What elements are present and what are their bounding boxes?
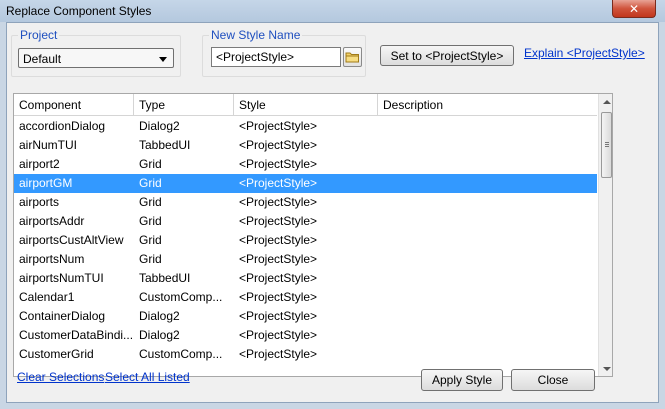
cell-style: <ProjectStyle> (239, 214, 318, 228)
cell-component: airportsCustAltView (19, 233, 124, 247)
cell-type: Grid (139, 195, 162, 209)
cell-description (378, 231, 597, 250)
cell-type: CustomComp... (139, 290, 223, 304)
cell-component: CustomerGrid (19, 347, 94, 361)
table-scrollbar[interactable] (598, 94, 612, 376)
cell-component: airportsAddr (19, 214, 85, 228)
new-style-legend: New Style Name (209, 28, 303, 42)
cell-type: Grid (139, 252, 162, 266)
cell-type: Dialog2 (139, 328, 180, 342)
project-select-value: Default (23, 52, 62, 66)
set-to-project-style-button[interactable]: Set to <ProjectStyle> (380, 45, 514, 66)
chevron-down-icon (159, 57, 167, 62)
cell-component: CustomerDataBindi... (19, 328, 134, 342)
window-title: Replace Component Styles (6, 4, 152, 18)
table-row[interactable]: airportsNumTUI TabbedUI <ProjectStyle> (14, 269, 597, 288)
table-row[interactable]: airport2 Grid <ProjectStyle> (14, 155, 597, 174)
cell-style: <ProjectStyle> (239, 347, 318, 361)
cell-type: TabbedUI (139, 138, 191, 152)
new-style-input[interactable] (211, 47, 341, 67)
apply-style-label: Apply Style (431, 373, 493, 387)
browse-style-button[interactable] (343, 47, 362, 67)
cell-type: TabbedUI (139, 271, 191, 285)
cell-component: accordionDialog (19, 119, 106, 133)
cell-style: <ProjectStyle> (239, 271, 318, 285)
close-label: Close (537, 373, 569, 387)
cell-type: Grid (139, 157, 162, 171)
set-to-label: Set to <ProjectStyle> (390, 48, 504, 63)
project-group: Project Default (11, 28, 181, 77)
cell-description (378, 155, 597, 174)
apply-style-button[interactable]: Apply Style (421, 369, 503, 391)
column-header-description[interactable]: Description (378, 94, 597, 116)
scroll-thumb[interactable] (601, 112, 612, 178)
table-row[interactable]: airportGM Grid <ProjectStyle> (14, 174, 597, 193)
cell-description (378, 250, 597, 269)
components-table: Component Type Style Description accordi… (13, 93, 613, 377)
table-header: Component Type Style Description (14, 94, 597, 116)
cell-component: airports (19, 195, 60, 209)
cell-description (378, 345, 597, 364)
project-legend: Project (18, 28, 60, 42)
column-header-style[interactable]: Style (234, 94, 378, 116)
cell-style: <ProjectStyle> (239, 252, 318, 266)
cell-description (378, 193, 597, 212)
cell-style: <ProjectStyle> (239, 119, 318, 133)
cell-component: airNumTUI (19, 138, 78, 152)
folder-icon (345, 52, 359, 63)
cell-description (378, 136, 597, 155)
explain-project-style-link[interactable]: Explain <ProjectStyle> (524, 46, 645, 60)
cell-component: airportsNum (19, 252, 85, 266)
cell-type: Grid (139, 214, 162, 228)
cell-style: <ProjectStyle> (239, 233, 318, 247)
scroll-down-icon[interactable] (599, 361, 612, 376)
table-row[interactable]: ContainerDialog Dialog2 <ProjectStyle> (14, 307, 597, 326)
cell-style: <ProjectStyle> (239, 195, 318, 209)
cell-description (378, 326, 597, 345)
cell-type: Dialog2 (139, 309, 180, 323)
close-icon: ✕ (628, 1, 640, 16)
cell-description (378, 117, 597, 136)
cell-style: <ProjectStyle> (239, 157, 318, 171)
cell-type: CustomComp... (139, 347, 223, 361)
cell-component: airportsNumTUI (19, 271, 104, 285)
cell-description (378, 212, 597, 231)
table-row[interactable]: CustomerGrid CustomComp... <ProjectStyle> (14, 345, 597, 364)
cell-type: Dialog2 (139, 119, 180, 133)
table-row[interactable]: airportsNum Grid <ProjectStyle> (14, 250, 597, 269)
cell-type: Grid (139, 176, 162, 190)
table-row[interactable]: accordionDialog Dialog2 <ProjectStyle> (14, 117, 597, 136)
new-style-group: New Style Name (202, 28, 366, 77)
cell-description (378, 174, 597, 193)
cell-description (378, 307, 597, 326)
cell-component: Calendar1 (19, 290, 75, 304)
title-bar: Replace Component Styles ✕ (0, 0, 665, 22)
cell-style: <ProjectStyle> (239, 290, 318, 304)
cell-style: <ProjectStyle> (239, 176, 318, 190)
cell-description (378, 288, 597, 307)
cell-component: airportGM (19, 176, 73, 190)
cell-description (378, 269, 597, 288)
cell-style: <ProjectStyle> (239, 138, 318, 152)
select-all-listed-link[interactable]: Select All Listed (105, 370, 190, 384)
table-row[interactable]: Calendar1 CustomComp... <ProjectStyle> (14, 288, 597, 307)
cell-style: <ProjectStyle> (239, 328, 318, 342)
table-row[interactable]: airportsCustAltView Grid <ProjectStyle> (14, 231, 597, 250)
cell-component: airport2 (19, 157, 60, 171)
column-header-type[interactable]: Type (134, 94, 234, 116)
clear-selections-link[interactable]: Clear Selections (17, 370, 104, 384)
dialog-body: Project Default New Style Name Set to <P… (6, 22, 659, 403)
column-header-component[interactable]: Component (14, 94, 134, 116)
close-window-button[interactable]: ✕ (612, 0, 656, 18)
cell-type: Grid (139, 233, 162, 247)
cell-style: <ProjectStyle> (239, 309, 318, 323)
table-row[interactable]: airNumTUI TabbedUI <ProjectStyle> (14, 136, 597, 155)
table-row[interactable]: CustomerDataBindi... Dialog2 <ProjectStyle… (14, 326, 597, 345)
close-button[interactable]: Close (511, 369, 595, 391)
table-row[interactable]: airports Grid <ProjectStyle> (14, 193, 597, 212)
project-select[interactable]: Default (18, 48, 174, 68)
table-row[interactable]: airportsAddr Grid <ProjectStyle> (14, 212, 597, 231)
cell-component: ContainerDialog (19, 309, 106, 323)
scroll-up-icon[interactable] (599, 94, 612, 109)
